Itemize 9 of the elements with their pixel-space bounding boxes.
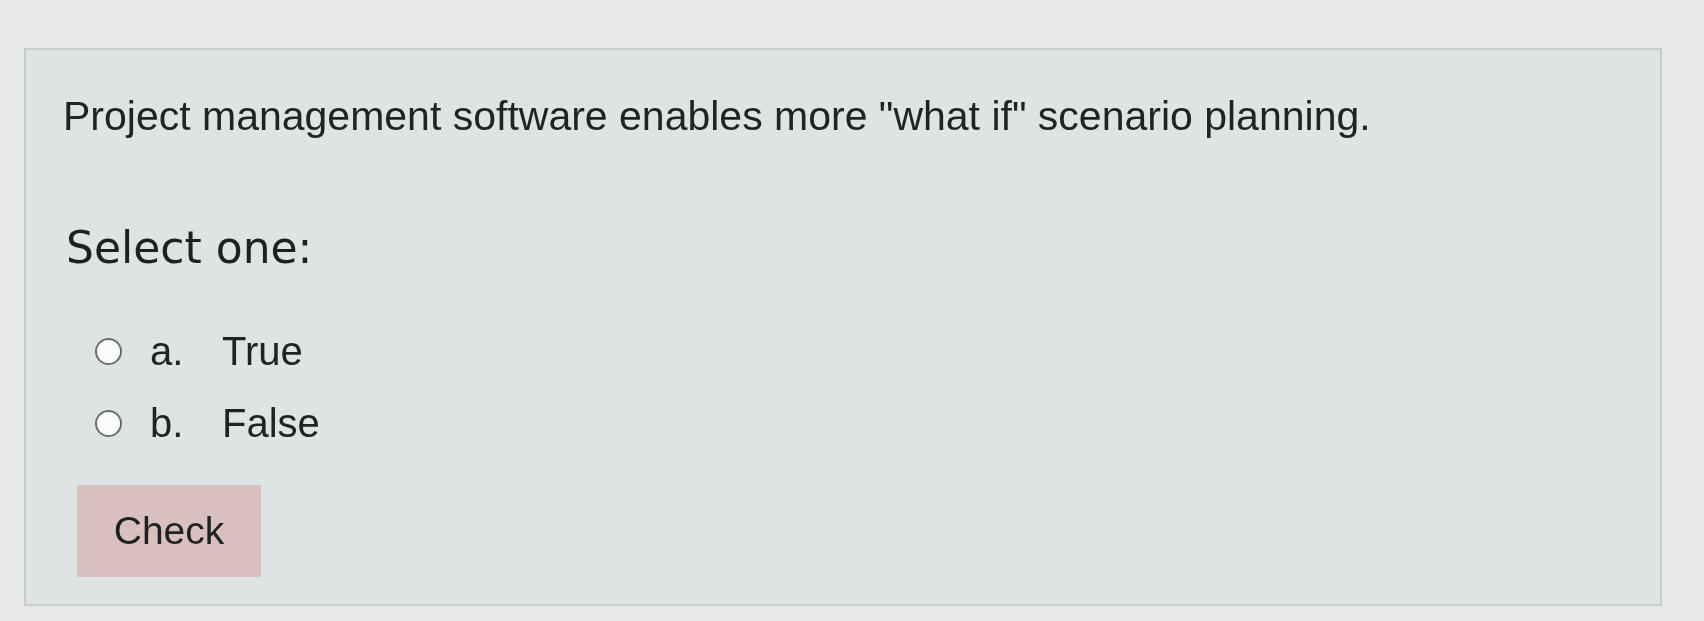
option-label[interactable]: False (222, 398, 320, 448)
question-text: Project management software enables more "what if" scenario planning. (63, 92, 1371, 141)
option-letter: b. (150, 400, 185, 447)
option-letter: a. (150, 328, 185, 375)
select-prompt: Select one: (66, 221, 313, 275)
radio-button[interactable] (95, 409, 122, 437)
option-label[interactable]: True (222, 326, 303, 376)
check-button[interactable]: Check (77, 485, 261, 577)
radio-button[interactable] (95, 337, 122, 365)
